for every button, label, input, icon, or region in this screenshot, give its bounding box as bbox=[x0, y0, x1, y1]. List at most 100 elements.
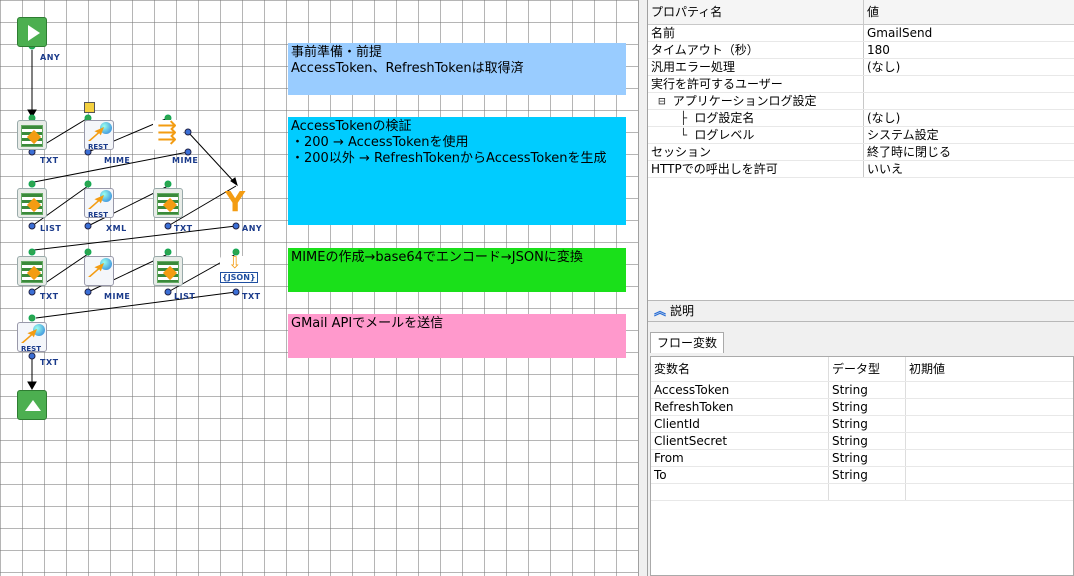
flow-canvas[interactable]: ANY TXT REST MIME MIME LIST REST XML TXT… bbox=[0, 0, 638, 576]
property-value[interactable] bbox=[863, 92, 1074, 110]
property-name-text: ログ設定名 bbox=[694, 110, 755, 125]
branch-icon[interactable] bbox=[153, 118, 183, 150]
variable-init[interactable] bbox=[905, 398, 1073, 416]
text-reader-icon[interactable] bbox=[17, 120, 47, 150]
double-chevron-up-icon[interactable]: ︽ bbox=[654, 304, 666, 318]
mime-builder-icon[interactable] bbox=[84, 256, 114, 286]
property-name-text: セッション bbox=[651, 144, 712, 159]
port-label-txt: TXT bbox=[40, 358, 59, 367]
json-converter-icon[interactable] bbox=[220, 253, 258, 286]
property-value[interactable]: (なし) bbox=[863, 58, 1074, 76]
note-line: ・200以外 → RefreshTokenからAccessTokenを生成 bbox=[291, 151, 607, 166]
port-label-mime: MIME bbox=[104, 292, 131, 301]
variable-type[interactable]: String bbox=[828, 449, 906, 467]
note-line: 事前準備・前提 bbox=[291, 45, 383, 60]
variable-empty-cell[interactable] bbox=[651, 483, 829, 501]
property-row[interactable]: タイムアウト（秒） 180 bbox=[648, 41, 1074, 59]
variable-type[interactable]: String bbox=[828, 398, 906, 416]
tree-branch-icon[interactable]: ⊟ bbox=[651, 94, 673, 108]
property-row[interactable]: ⊟ アプリケーションログ設定 bbox=[648, 92, 1074, 110]
vertical-splitter[interactable] bbox=[638, 0, 648, 576]
variable-name[interactable]: ClientSecret bbox=[651, 432, 829, 450]
variable-init[interactable] bbox=[905, 432, 1073, 450]
column-header-initial[interactable]: 初期値 bbox=[905, 357, 1073, 382]
property-row[interactable]: 汎用エラー処理 (なし) bbox=[648, 58, 1074, 76]
tab-flow-variables[interactable]: フロー変数 bbox=[650, 332, 725, 353]
property-value[interactable]: 終了時に閉じる bbox=[863, 143, 1074, 161]
property-value[interactable]: (なし) bbox=[863, 109, 1074, 127]
port-label-any: ANY bbox=[242, 224, 263, 233]
property-row[interactable]: ├ ログ設定名 (なし) bbox=[648, 109, 1074, 127]
property-row[interactable]: セッション 終了時に閉じる bbox=[648, 143, 1074, 161]
port-label-list: LIST bbox=[174, 292, 196, 301]
list-builder-icon[interactable] bbox=[17, 188, 47, 218]
property-value[interactable] bbox=[863, 75, 1074, 93]
variable-row-empty[interactable] bbox=[651, 483, 1073, 501]
property-row[interactable]: 実行を許可するユーザー bbox=[648, 75, 1074, 93]
column-header-type[interactable]: データ型 bbox=[828, 357, 906, 382]
note-mime-build[interactable]: MIMEの作成→base64でエンコード→JSONに変換 bbox=[288, 248, 626, 292]
properties-table: プロパティ名 値 名前 GmailSend タイムアウト（秒） 180 汎用エラー処理 (… bbox=[648, 0, 1074, 178]
property-value[interactable]: 180 bbox=[863, 41, 1074, 59]
property-value-header[interactable]: 値 bbox=[863, 0, 1074, 25]
property-name: └ ログレベル bbox=[648, 126, 864, 144]
property-value[interactable]: GmailSend bbox=[863, 24, 1074, 42]
properties-panel: プロパティ名 値 名前 GmailSend タイムアウト（秒） 180 汎用エラー処理 (… bbox=[648, 0, 1074, 319]
note-gmail-send[interactable]: GMail APIでメールを送信 bbox=[288, 314, 626, 358]
variable-name[interactable]: AccessToken bbox=[651, 381, 829, 399]
note-preparation[interactable]: 事前準備・前提 AccessToken、RefreshTokenは取得済 bbox=[288, 43, 626, 95]
rest-caption: REST bbox=[88, 211, 108, 219]
note-token-check[interactable]: AccessTokenの検証 ・200 → AccessTokenを使用 ・20… bbox=[288, 117, 626, 225]
property-row[interactable]: └ ログレベル システム設定 bbox=[648, 126, 1074, 144]
property-name-text: ログレベル bbox=[694, 127, 755, 142]
text-writer-icon[interactable] bbox=[17, 256, 47, 286]
variable-name[interactable]: RefreshToken bbox=[651, 398, 829, 416]
column-header-name[interactable]: 変数名 bbox=[651, 357, 829, 382]
port-label-txt: TXT bbox=[40, 292, 59, 301]
variable-type[interactable]: String bbox=[828, 466, 906, 484]
variable-init[interactable] bbox=[905, 449, 1073, 467]
property-name: セッション bbox=[648, 143, 864, 161]
property-row[interactable]: HTTPでの呼出しを許可 いいえ bbox=[648, 160, 1074, 178]
property-value[interactable]: いいえ bbox=[863, 160, 1074, 178]
note-line: MIMEの作成→base64でエンコード→JSONに変換 bbox=[291, 250, 583, 265]
variable-init[interactable] bbox=[905, 466, 1073, 484]
variable-init[interactable] bbox=[905, 381, 1073, 399]
variable-init[interactable] bbox=[905, 415, 1073, 433]
variable-name[interactable]: ClientId bbox=[651, 415, 829, 433]
property-name: ⊟ アプリケーションログ設定 bbox=[648, 92, 864, 110]
variable-name[interactable]: From bbox=[651, 449, 829, 467]
horizontal-splitter[interactable] bbox=[648, 322, 1074, 330]
property-value[interactable]: システム設定 bbox=[863, 126, 1074, 144]
tree-branch-icon: └ bbox=[651, 127, 695, 142]
variable-row[interactable]: ClientId String bbox=[651, 415, 1073, 433]
variable-row[interactable]: ClientSecret String bbox=[651, 432, 1073, 450]
end-node-icon[interactable] bbox=[17, 390, 47, 420]
rest-caption: REST bbox=[21, 345, 41, 353]
variable-row[interactable]: AccessToken String bbox=[651, 381, 1073, 399]
merge-icon[interactable] bbox=[220, 185, 250, 218]
start-node-icon[interactable] bbox=[17, 17, 47, 47]
variable-type[interactable]: String bbox=[828, 381, 906, 399]
variable-empty-cell[interactable] bbox=[828, 483, 906, 501]
variable-name[interactable]: To bbox=[651, 466, 829, 484]
property-name-text: 名前 bbox=[651, 25, 676, 40]
property-name-text: 汎用エラー処理 bbox=[651, 59, 736, 74]
variable-empty-cell[interactable] bbox=[905, 483, 1073, 501]
property-name-header[interactable]: プロパティ名 bbox=[648, 0, 864, 25]
description-bar[interactable]: ︽ 説明 bbox=[648, 300, 1074, 322]
variable-type[interactable]: String bbox=[828, 415, 906, 433]
property-row[interactable]: 名前 GmailSend bbox=[648, 24, 1074, 42]
property-name: 名前 bbox=[648, 24, 864, 42]
xml-reader-icon[interactable] bbox=[153, 188, 183, 218]
note-line: AccessToken、RefreshTokenは取得済 bbox=[291, 61, 524, 76]
property-name: 汎用エラー処理 bbox=[648, 58, 864, 76]
variable-row[interactable]: From String bbox=[651, 449, 1073, 467]
property-name: 実行を許可するユーザー bbox=[648, 75, 864, 93]
port-label-txt: TXT bbox=[174, 224, 193, 233]
variable-row[interactable]: To String bbox=[651, 466, 1073, 484]
variable-row[interactable]: RefreshToken String bbox=[651, 398, 1073, 416]
property-name: HTTPでの呼出しを許可 bbox=[648, 160, 864, 178]
list-converter-icon[interactable] bbox=[153, 256, 183, 286]
variable-type[interactable]: String bbox=[828, 432, 906, 450]
